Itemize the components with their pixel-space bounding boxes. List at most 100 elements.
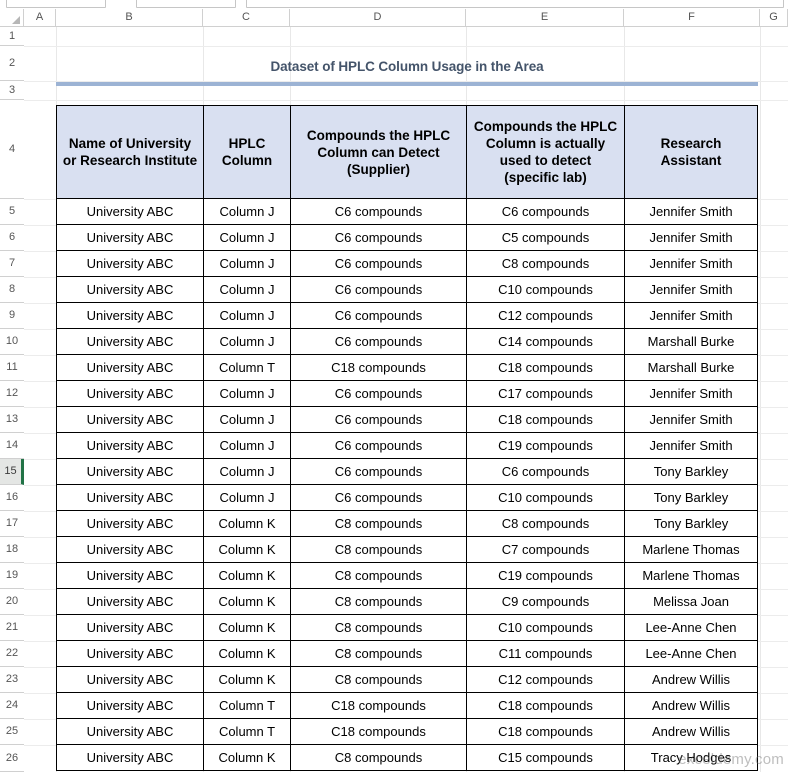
col-header-institute[interactable]: Name of University or Research Institute <box>56 105 204 199</box>
cell-lab-compounds[interactable]: C11 compounds <box>466 640 625 667</box>
cell-lab-compounds[interactable]: C18 compounds <box>466 406 625 433</box>
cell-lab-compounds[interactable]: C10 compounds <box>466 276 625 303</box>
cell-research-assistant[interactable]: Jennifer Smith <box>624 380 758 407</box>
cell-hplc-column[interactable]: Column K <box>203 666 291 693</box>
cell-supplier-compounds[interactable]: C6 compounds <box>290 484 467 511</box>
cell-supplier-compounds[interactable]: C6 compounds <box>290 224 467 251</box>
cell-supplier-compounds[interactable]: C6 compounds <box>290 328 467 355</box>
cell-institute[interactable]: University ABC <box>56 666 204 693</box>
cell-supplier-compounds[interactable]: C6 compounds <box>290 432 467 459</box>
cell-institute[interactable]: University ABC <box>56 536 204 563</box>
cell-hplc-column[interactable]: Column J <box>203 484 291 511</box>
cell-hplc-column[interactable]: Column K <box>203 614 291 641</box>
cell-research-assistant[interactable]: Jennifer Smith <box>624 302 758 329</box>
cell-research-assistant[interactable]: Andrew Willis <box>624 692 758 719</box>
cell-lab-compounds[interactable]: C19 compounds <box>466 432 625 459</box>
cell-hplc-column[interactable]: Column K <box>203 536 291 563</box>
cell-institute[interactable]: University ABC <box>56 458 204 485</box>
cell-supplier-compounds[interactable]: C6 compounds <box>290 198 467 225</box>
cell-institute[interactable]: University ABC <box>56 198 204 225</box>
cell-research-assistant[interactable]: Jennifer Smith <box>624 250 758 277</box>
cell-research-assistant[interactable]: Marlene Thomas <box>624 536 758 563</box>
cell-lab-compounds[interactable]: C6 compounds <box>466 198 625 225</box>
cell-institute[interactable]: University ABC <box>56 510 204 537</box>
cell-lab-compounds[interactable]: C12 compounds <box>466 666 625 693</box>
cell-research-assistant[interactable]: Marshall Burke <box>624 354 758 381</box>
cell-lab-compounds[interactable]: C10 compounds <box>466 484 625 511</box>
cell-institute[interactable]: University ABC <box>56 276 204 303</box>
cell-institute[interactable]: University ABC <box>56 562 204 589</box>
col-header-hplc-column[interactable]: HPLC Column <box>203 105 291 199</box>
cell-lab-compounds[interactable]: C8 compounds <box>466 250 625 277</box>
cell-hplc-column[interactable]: Column K <box>203 510 291 537</box>
cell-supplier-compounds[interactable]: C8 compounds <box>290 536 467 563</box>
cell-research-assistant[interactable]: Jennifer Smith <box>624 198 758 225</box>
cell-research-assistant[interactable]: Jennifer Smith <box>624 224 758 251</box>
cell-research-assistant[interactable]: Andrew Willis <box>624 666 758 693</box>
cell-lab-compounds[interactable]: C6 compounds <box>466 458 625 485</box>
cell-lab-compounds[interactable]: C7 compounds <box>466 536 625 563</box>
cell-supplier-compounds[interactable]: C18 compounds <box>290 692 467 719</box>
cell-lab-compounds[interactable]: C12 compounds <box>466 302 625 329</box>
cell-institute[interactable]: University ABC <box>56 484 204 511</box>
cell-research-assistant[interactable]: Marlene Thomas <box>624 562 758 589</box>
cell-research-assistant[interactable]: Tracy Hodges <box>624 744 758 771</box>
cell-hplc-column[interactable]: Column K <box>203 640 291 667</box>
cell-lab-compounds[interactable]: C17 compounds <box>466 380 625 407</box>
cell-hplc-column[interactable]: Column J <box>203 250 291 277</box>
cell-hplc-column[interactable]: Column K <box>203 562 291 589</box>
cell-supplier-compounds[interactable]: C8 compounds <box>290 588 467 615</box>
cell-institute[interactable]: University ABC <box>56 640 204 667</box>
cell-lab-compounds[interactable]: C14 compounds <box>466 328 625 355</box>
cell-supplier-compounds[interactable]: C8 compounds <box>290 562 467 589</box>
cell-supplier-compounds[interactable]: C18 compounds <box>290 354 467 381</box>
cell-research-assistant[interactable]: Jennifer Smith <box>624 432 758 459</box>
cell-hplc-column[interactable]: Column J <box>203 224 291 251</box>
cell-hplc-column[interactable]: Column T <box>203 718 291 745</box>
cell-supplier-compounds[interactable]: C8 compounds <box>290 614 467 641</box>
cell-lab-compounds[interactable]: C19 compounds <box>466 562 625 589</box>
cell-hplc-column[interactable]: Column J <box>203 380 291 407</box>
cell-research-assistant[interactable]: Tony Barkley <box>624 458 758 485</box>
cell-supplier-compounds[interactable]: C8 compounds <box>290 640 467 667</box>
cell-lab-compounds[interactable]: C5 compounds <box>466 224 625 251</box>
cell-research-assistant[interactable]: Lee-Anne Chen <box>624 640 758 667</box>
cell-supplier-compounds[interactable]: C18 compounds <box>290 718 467 745</box>
col-header-lab-compounds[interactable]: Compounds the HPLC Column is actually us… <box>466 105 625 199</box>
cell-institute[interactable]: University ABC <box>56 328 204 355</box>
cell-institute[interactable]: University ABC <box>56 718 204 745</box>
cell-supplier-compounds[interactable]: C8 compounds <box>290 666 467 693</box>
cell-research-assistant[interactable]: Jennifer Smith <box>624 406 758 433</box>
cell-lab-compounds[interactable]: C18 compounds <box>466 354 625 381</box>
cell-supplier-compounds[interactable]: C6 compounds <box>290 302 467 329</box>
cell-institute[interactable]: University ABC <box>56 406 204 433</box>
cell-institute[interactable]: University ABC <box>56 250 204 277</box>
cell-hplc-column[interactable]: Column J <box>203 198 291 225</box>
cell-hplc-column[interactable]: Column K <box>203 588 291 615</box>
cell-lab-compounds[interactable]: C10 compounds <box>466 614 625 641</box>
col-header-supplier-compounds[interactable]: Compounds the HPLC Column can Detect (Su… <box>290 105 467 199</box>
cell-institute[interactable]: University ABC <box>56 224 204 251</box>
cell-research-assistant[interactable]: Jennifer Smith <box>624 276 758 303</box>
cell-hplc-column[interactable]: Column T <box>203 692 291 719</box>
cell-lab-compounds[interactable]: C15 compounds <box>466 744 625 771</box>
cell-institute[interactable]: University ABC <box>56 432 204 459</box>
cell-research-assistant[interactable]: Tony Barkley <box>624 484 758 511</box>
cell-institute[interactable]: University ABC <box>56 614 204 641</box>
cell-hplc-column[interactable]: Column T <box>203 354 291 381</box>
cell-supplier-compounds[interactable]: C6 compounds <box>290 250 467 277</box>
cell-hplc-column[interactable]: Column J <box>203 276 291 303</box>
cell-hplc-column[interactable]: Column J <box>203 406 291 433</box>
cell-supplier-compounds[interactable]: C8 compounds <box>290 510 467 537</box>
cell-institute[interactable]: University ABC <box>56 588 204 615</box>
cell-research-assistant[interactable]: Lee-Anne Chen <box>624 614 758 641</box>
cell-research-assistant[interactable]: Melissa Joan <box>624 588 758 615</box>
cell-institute[interactable]: University ABC <box>56 354 204 381</box>
cell-hplc-column[interactable]: Column J <box>203 458 291 485</box>
cell-supplier-compounds[interactable]: C6 compounds <box>290 276 467 303</box>
cell-research-assistant[interactable]: Andrew Willis <box>624 718 758 745</box>
cell-institute[interactable]: University ABC <box>56 380 204 407</box>
cell-institute[interactable]: University ABC <box>56 302 204 329</box>
cell-lab-compounds[interactable]: C18 compounds <box>466 692 625 719</box>
cell-lab-compounds[interactable]: C18 compounds <box>466 718 625 745</box>
